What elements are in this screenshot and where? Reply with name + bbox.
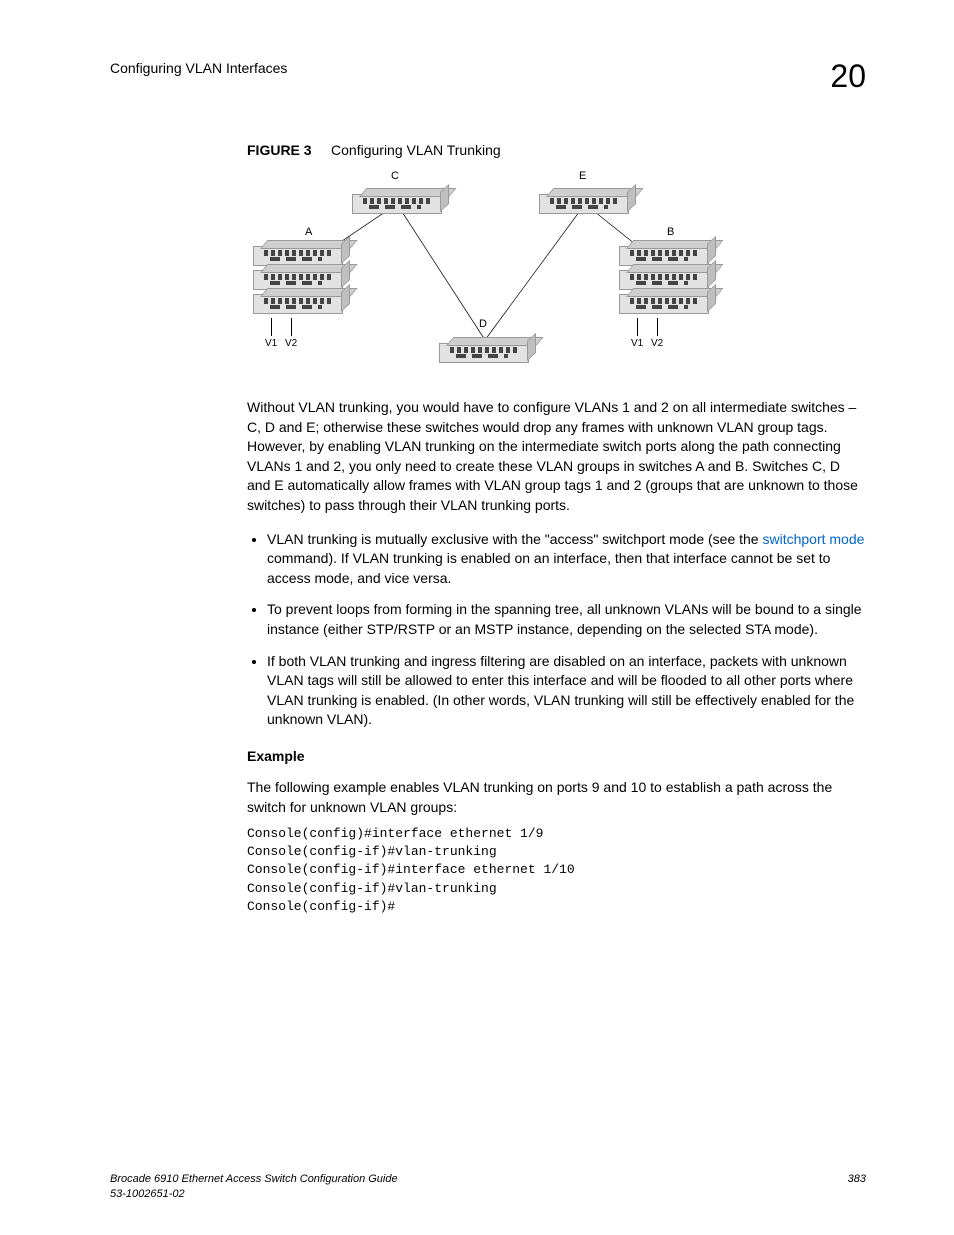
switchport-mode-link[interactable]: switchport mode xyxy=(762,531,864,547)
bullet-list: VLAN trunking is mutually exclusive with… xyxy=(247,530,866,730)
vlan2-label-left: V2 xyxy=(285,338,297,349)
figure-caption: FIGURE 3 Configuring VLAN Trunking xyxy=(247,142,866,158)
footer-left: Brocade 6910 Ethernet Access Switch Conf… xyxy=(110,1172,398,1201)
switch-a xyxy=(253,246,343,318)
section-title: Configuring VLAN Interfaces xyxy=(110,60,287,76)
bullet-2: To prevent loops from forming in the spa… xyxy=(267,600,866,639)
bullet-1-post: command). If VLAN trunking is enabled on… xyxy=(267,550,830,586)
vlan-trunking-diagram: C E A V1 V2 B xyxy=(247,168,707,378)
switch-b-label: B xyxy=(667,226,674,238)
bullet-3: If both VLAN trunking and ingress filter… xyxy=(267,652,866,730)
figure-label: FIGURE 3 xyxy=(247,142,312,158)
example-heading: Example xyxy=(247,748,866,764)
example-intro: The following example enables VLAN trunk… xyxy=(247,778,866,817)
switch-a-label: A xyxy=(305,226,312,238)
switch-e-label: E xyxy=(579,170,586,182)
chapter-number: 20 xyxy=(830,60,866,92)
switch-d xyxy=(439,343,529,363)
paragraph-main: Without VLAN trunking, you would have to… xyxy=(247,398,866,516)
footer-page-number: 383 xyxy=(848,1172,866,1201)
figure-title: Configuring VLAN Trunking xyxy=(331,142,501,158)
bullet-1-pre: VLAN trunking is mutually exclusive with… xyxy=(267,531,762,547)
vlan1-label-left: V1 xyxy=(265,338,277,349)
code-block: Console(config)#interface ethernet 1/9 C… xyxy=(247,825,866,916)
switch-b xyxy=(619,246,709,318)
vlan2-label-right: V2 xyxy=(651,338,663,349)
switch-d-label: D xyxy=(479,318,487,330)
switch-e xyxy=(539,194,629,214)
switch-c xyxy=(352,194,442,214)
page-footer: Brocade 6910 Ethernet Access Switch Conf… xyxy=(110,1172,866,1201)
switch-c-label: C xyxy=(391,170,399,182)
vlan1-label-right: V1 xyxy=(631,338,643,349)
bullet-1: VLAN trunking is mutually exclusive with… xyxy=(267,530,866,589)
page-header: Configuring VLAN Interfaces 20 xyxy=(110,60,866,92)
footer-doc-title: Brocade 6910 Ethernet Access Switch Conf… xyxy=(110,1173,398,1185)
footer-doc-number: 53-1002651-02 xyxy=(110,1188,185,1200)
